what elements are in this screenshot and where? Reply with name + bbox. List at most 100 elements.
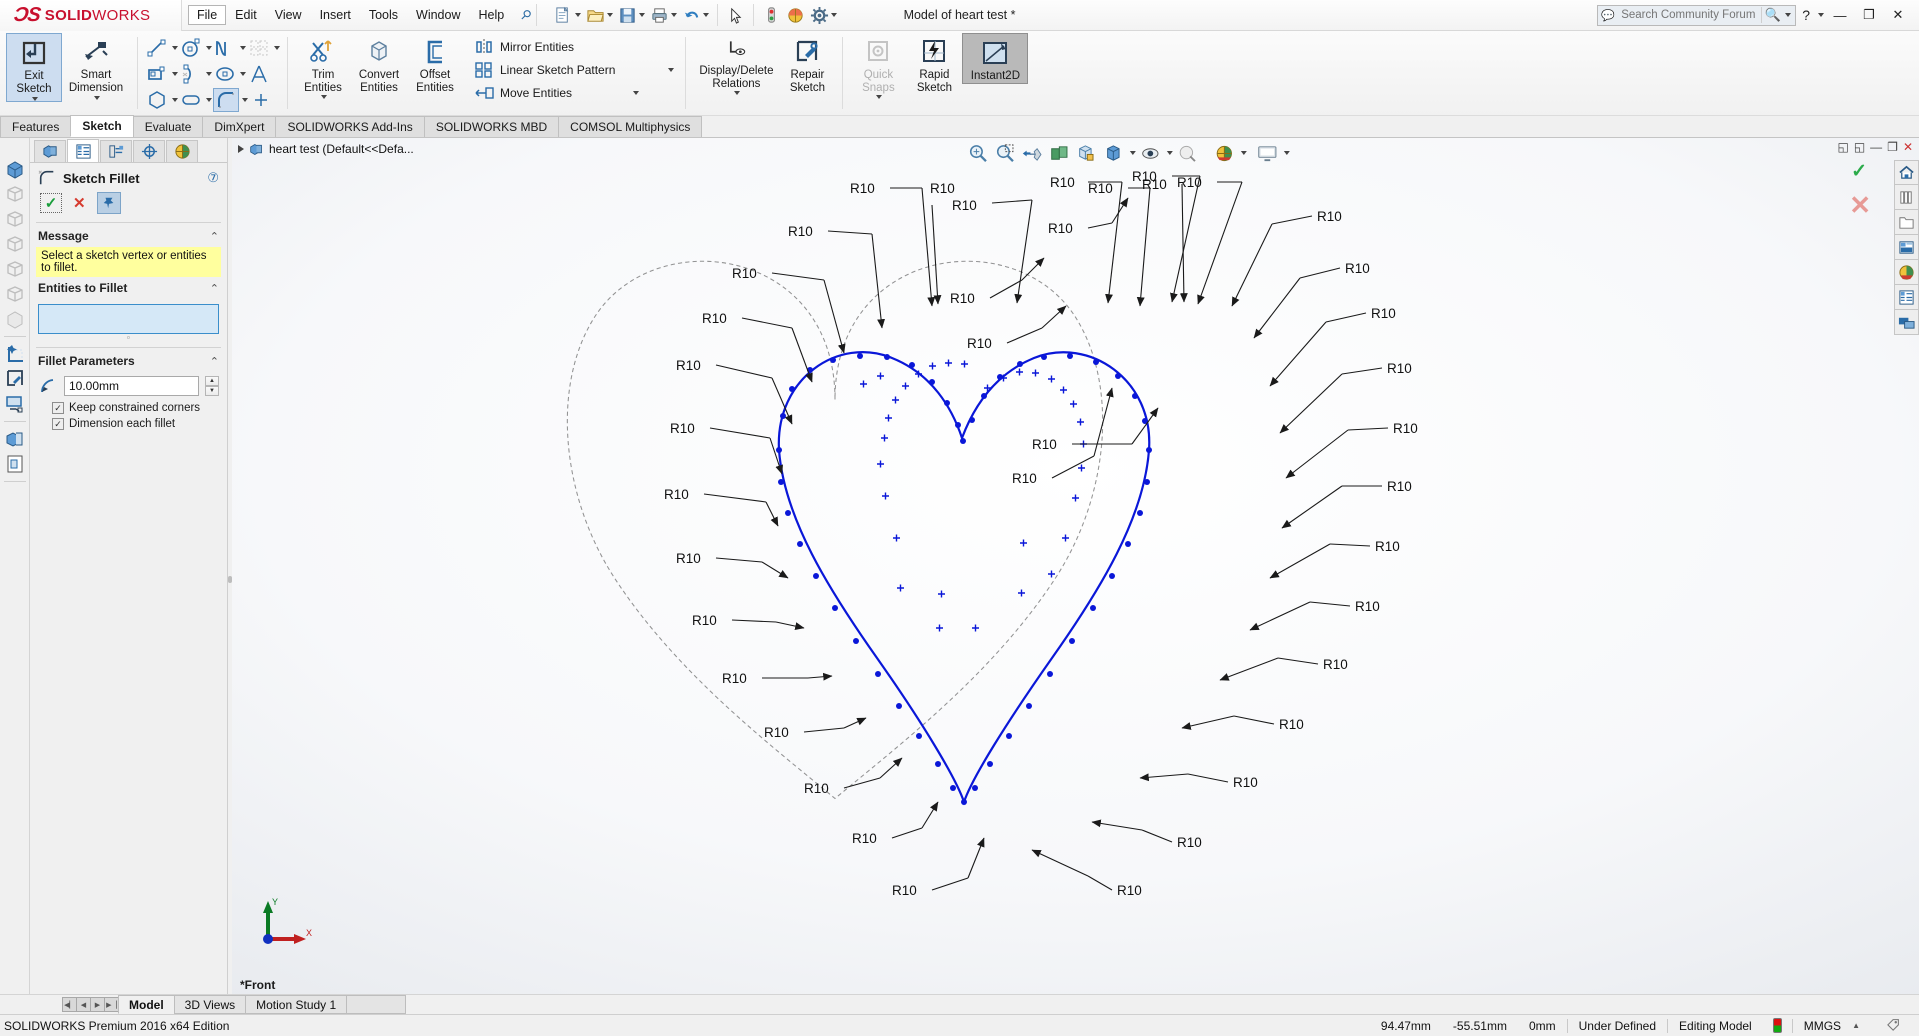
line-tool-button[interactable] — [145, 36, 169, 60]
pin-button[interactable] — [96, 192, 121, 214]
tab-sketch[interactable]: Sketch — [70, 115, 134, 137]
menu-file[interactable]: File — [188, 5, 227, 25]
cube-wireframe-2-icon[interactable] — [4, 208, 26, 230]
rapid-sketch-button[interactable]: Rapid Sketch — [906, 33, 962, 94]
fillet-radius-stepper[interactable]: ▲ ▼ — [205, 376, 219, 396]
circle-tool-button[interactable] — [179, 36, 203, 60]
quick-snaps-button[interactable]: Quick Snaps — [850, 33, 906, 99]
sketch-fillet-tool-button[interactable] — [213, 87, 239, 112]
chevron-down-icon[interactable] — [702, 13, 709, 17]
nav-first-button[interactable]: ◀▏ — [62, 997, 77, 1012]
trim-entities-button[interactable]: Trim Entities — [295, 33, 351, 99]
units-caret-icon[interactable]: ▲ — [1852, 1021, 1860, 1030]
move-entities-button[interactable]: Move Entities — [469, 82, 678, 104]
help-button[interactable]: ? — [1799, 7, 1813, 23]
chevron-down-icon[interactable] — [240, 45, 246, 50]
display-delete-relations-button[interactable]: Display/Delete Relations — [693, 33, 779, 95]
slot-tool-button[interactable] — [179, 88, 203, 112]
repair-sketch-icon[interactable] — [4, 368, 26, 390]
chevron-down-icon[interactable] — [574, 13, 581, 17]
chevron-down-icon[interactable] — [94, 96, 100, 100]
spline-tool-button[interactable] — [213, 36, 237, 60]
chevron-down-icon[interactable] — [670, 13, 677, 17]
display-screen-icon[interactable] — [4, 393, 26, 415]
dimxpert-manager-tab[interactable] — [133, 140, 165, 162]
save-button[interactable] — [616, 3, 647, 27]
chevron-down-icon[interactable] — [633, 91, 640, 95]
section-header-entities-to-fillet[interactable]: Entities to Fillet ⌃ — [30, 277, 227, 299]
chevron-up-icon[interactable]: ⌃ — [210, 282, 219, 295]
tab-comsol-multiphysics[interactable]: COMSOL Multiphysics — [558, 116, 703, 137]
chevron-down-icon[interactable] — [321, 95, 327, 99]
polygon-tool-button[interactable] — [145, 88, 169, 112]
fillet-radius-input[interactable]: 10.00mm — [64, 376, 199, 396]
menu-insert[interactable]: Insert — [311, 5, 360, 25]
menu-window[interactable]: Window — [407, 5, 469, 25]
bottom-tab-model[interactable]: Model — [118, 995, 175, 1014]
chevron-up-icon[interactable]: ⌃ — [210, 355, 219, 368]
chevron-down-icon[interactable] — [1785, 13, 1792, 17]
offset-entities-button[interactable]: Offset Entities — [407, 33, 463, 94]
heart-profile-curve[interactable] — [777, 351, 1151, 806]
chevron-down-icon[interactable] — [206, 97, 212, 102]
feature-manager-tab[interactable] — [34, 140, 66, 162]
select-button[interactable] — [724, 3, 747, 27]
smart-dimension-button[interactable]: Smart Dimension — [62, 33, 130, 100]
minimize-button[interactable]: — — [1827, 4, 1853, 26]
help-question-icon[interactable]: ⑦ — [207, 170, 219, 186]
bottom-tab-motion-study[interactable]: Motion Study 1 — [245, 995, 348, 1014]
search-community-forum[interactable]: 💬 🔍 — [1597, 4, 1797, 26]
section-header-fillet-parameters[interactable]: Fillet Parameters ⌃ — [30, 350, 227, 372]
property-manager-tab[interactable] — [67, 139, 99, 162]
linear-sketch-pattern-button[interactable]: Linear Sketch Pattern — [469, 59, 678, 81]
close-button[interactable]: ✕ — [1885, 4, 1911, 26]
chevron-down-icon[interactable] — [668, 68, 675, 72]
chevron-down-icon[interactable] — [830, 13, 837, 17]
chevron-down-icon[interactable] — [172, 97, 178, 102]
repair-sketch-button[interactable]: Repair Sketch — [779, 33, 835, 94]
arc-tool-button[interactable] — [179, 62, 203, 86]
tab-features[interactable]: Features — [0, 116, 72, 137]
chevron-down-icon[interactable] — [606, 13, 613, 17]
search-icon[interactable]: 🔍 — [1761, 7, 1783, 23]
cancel-button[interactable]: ✕ — [73, 194, 86, 212]
ellipse-tool-button[interactable] — [213, 62, 237, 86]
print-button[interactable] — [648, 3, 679, 27]
chevron-down-icon[interactable] — [172, 71, 178, 76]
keep-constrained-corners-checkbox[interactable]: ✓ — [52, 402, 64, 414]
stepper-down-icon[interactable]: ▼ — [205, 386, 219, 396]
view-orientation-icon[interactable] — [4, 158, 26, 180]
chevron-down-icon[interactable] — [638, 13, 645, 17]
chevron-down-icon[interactable] — [734, 91, 741, 95]
menu-tools[interactable]: Tools — [360, 5, 407, 25]
bottom-tab-3d-views[interactable]: 3D Views — [173, 995, 247, 1014]
chevron-down-icon[interactable] — [206, 71, 212, 76]
status-units[interactable]: MMGS — [1791, 1018, 1852, 1033]
tags-icon[interactable] — [1860, 1017, 1913, 1034]
cube-wireframe-4-icon[interactable] — [4, 258, 26, 280]
sketch-pattern-tool-button[interactable] — [247, 36, 271, 60]
convert-entities-button[interactable]: Convert Entities — [351, 33, 407, 94]
text-tool-button[interactable] — [247, 62, 271, 86]
resize-grip-icon[interactable]: ◦ — [30, 333, 227, 344]
mirror-entities-button[interactable]: Mirror Entities — [469, 36, 678, 58]
chevron-down-icon[interactable] — [242, 97, 248, 102]
cube-wireframe-1-icon[interactable] — [4, 183, 26, 205]
rectangle-tool-button[interactable] — [145, 62, 169, 86]
chevron-down-icon[interactable] — [240, 71, 246, 76]
cube-wireframe-3-icon[interactable] — [4, 233, 26, 255]
cube-wireframe-5-icon[interactable] — [4, 283, 26, 305]
stepper-up-icon[interactable]: ▲ — [205, 376, 219, 386]
rebuild-button[interactable] — [760, 3, 783, 27]
assembly-icon[interactable] — [4, 428, 26, 450]
undo-button[interactable] — [680, 3, 711, 27]
shaded-solid-icon[interactable] — [4, 308, 26, 330]
sketch-new-icon[interactable] — [4, 343, 26, 365]
tab-evaluate[interactable]: Evaluate — [132, 116, 204, 137]
chevron-down-icon[interactable] — [172, 45, 178, 50]
exit-sketch-button[interactable]: Exit Sketch — [6, 33, 62, 102]
point-tool-button[interactable] — [249, 88, 273, 112]
options-button[interactable] — [808, 3, 839, 27]
photoview-button[interactable] — [784, 3, 807, 27]
menu-help[interactable]: Help — [470, 5, 514, 25]
